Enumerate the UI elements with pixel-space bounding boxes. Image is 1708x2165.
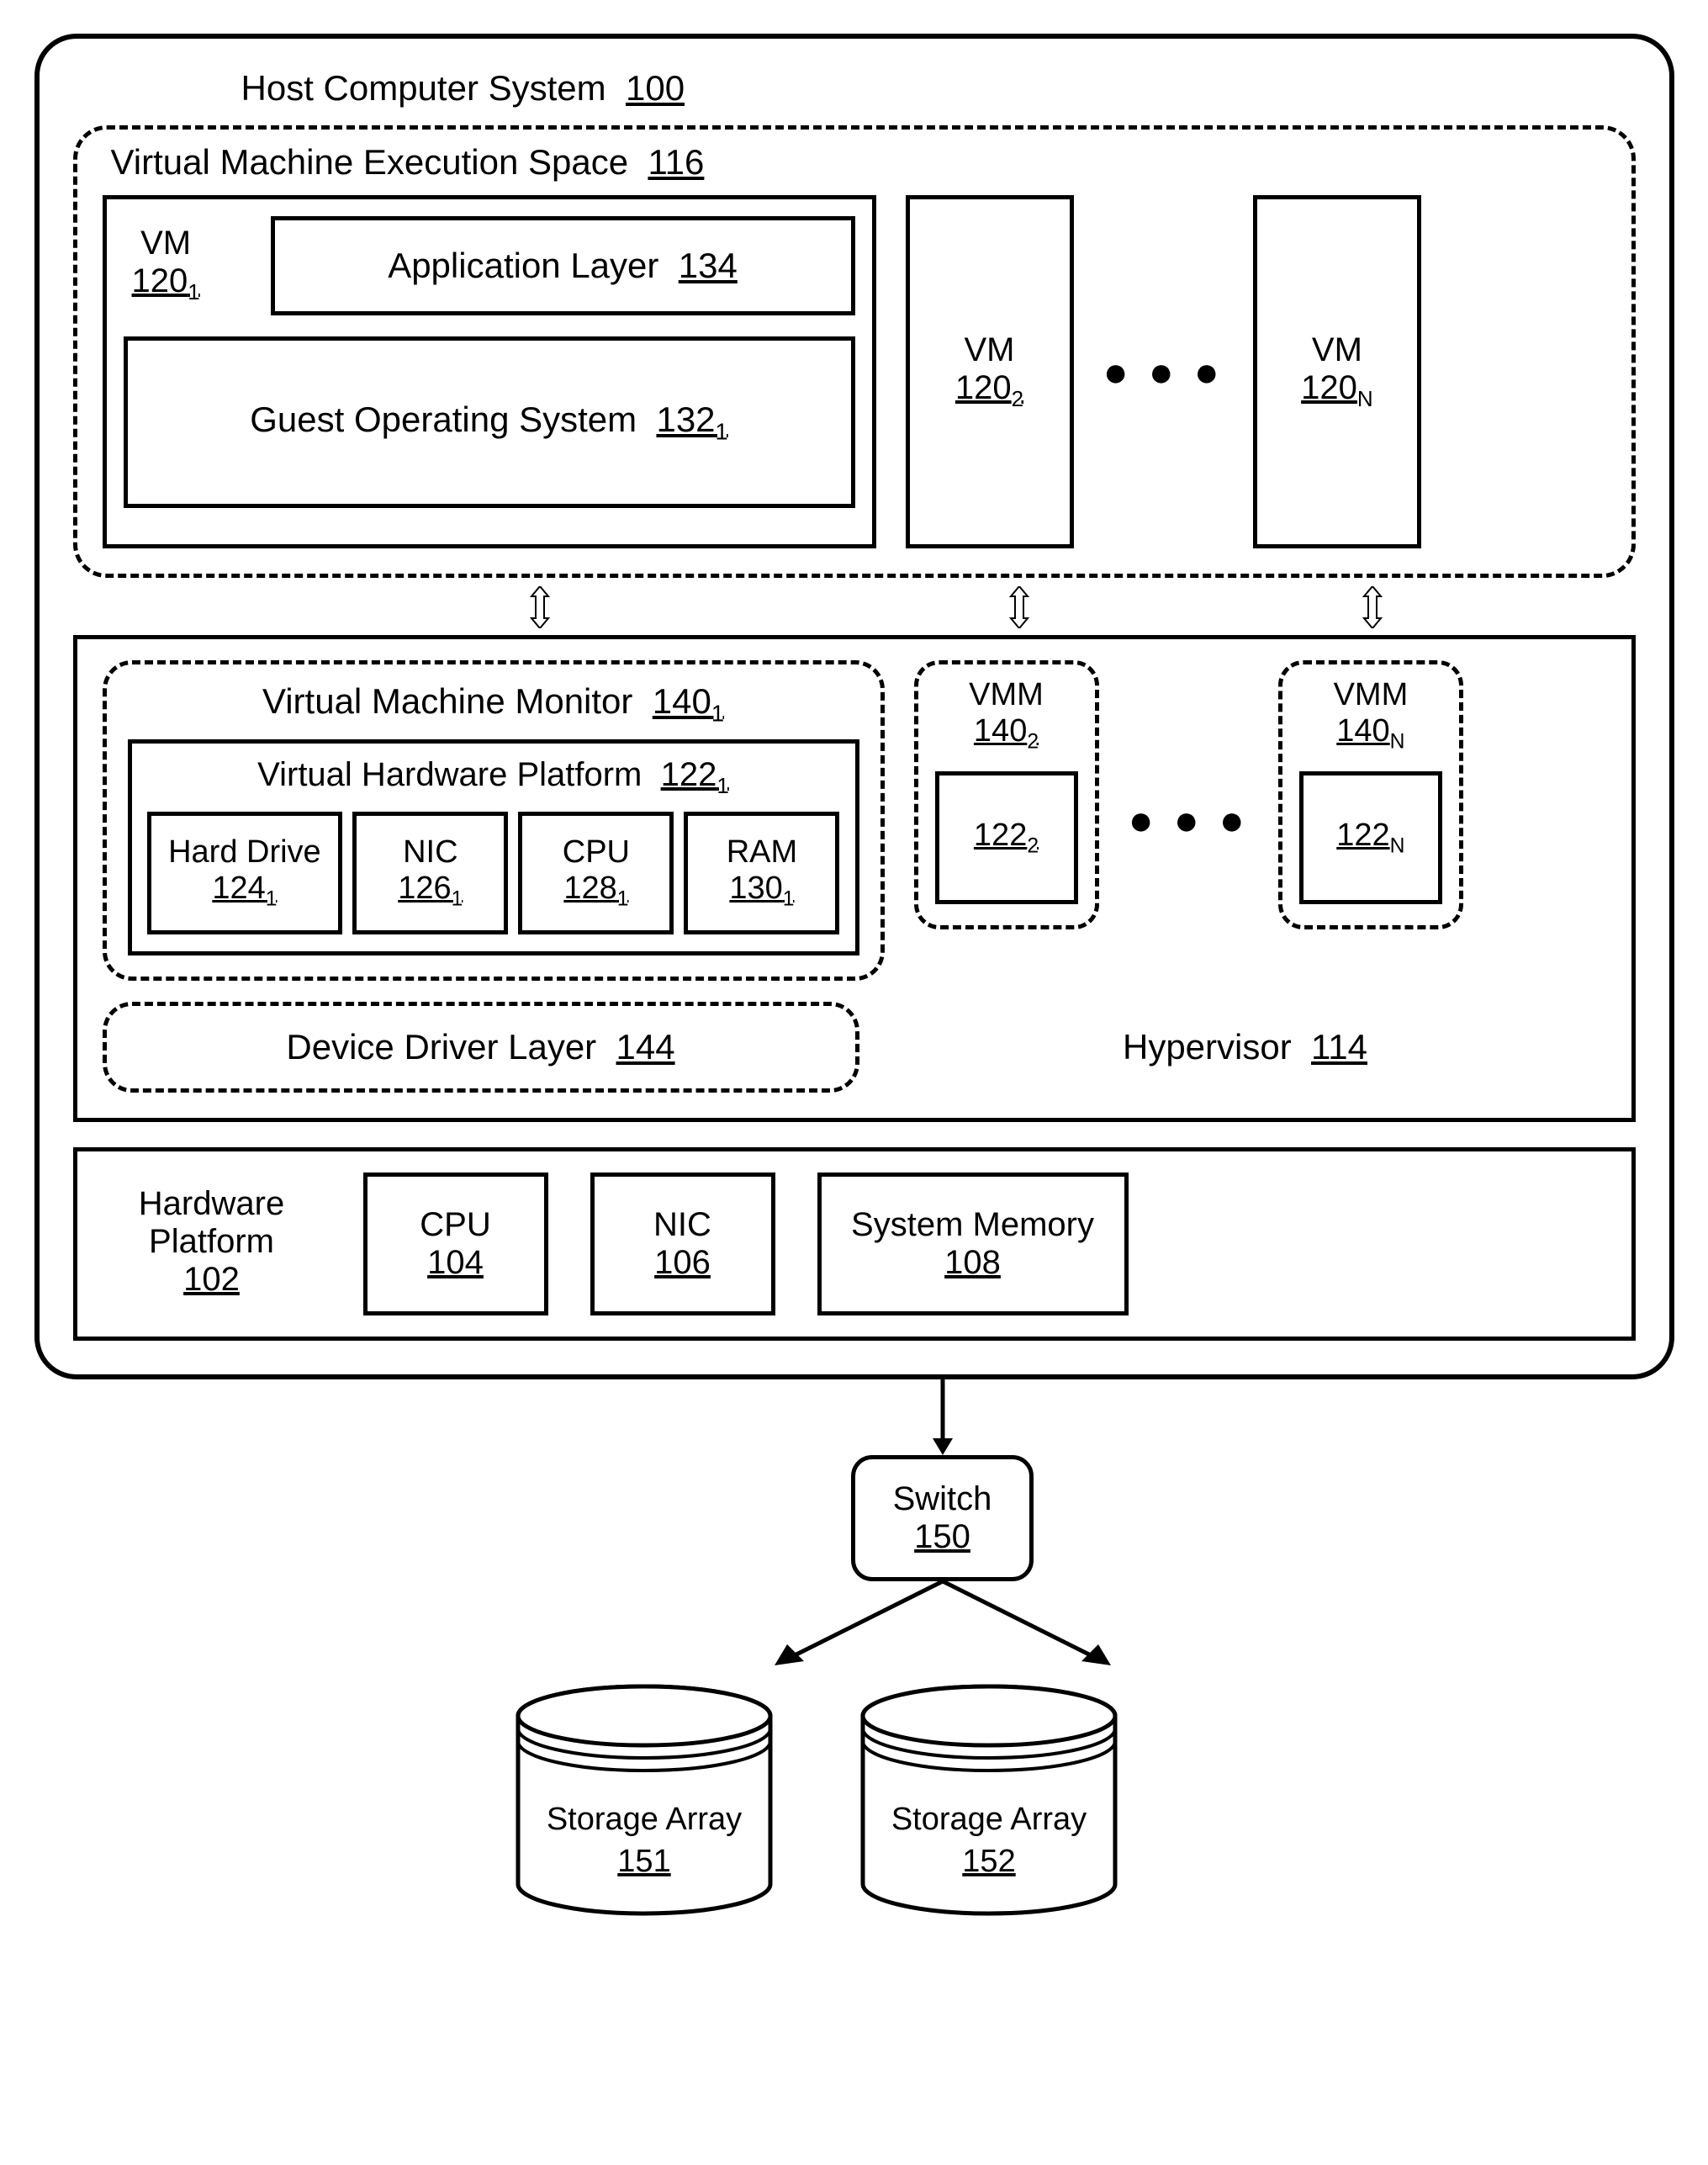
cylinder-icon: Storage Array 151	[510, 1682, 779, 1918]
guest-operating-system: Guest Operating System 1321	[124, 336, 855, 508]
vmm-1-title: Virtual Machine Monitor 1401	[128, 681, 859, 727]
host-computer-system: Host Computer System 100 Virtual Machine…	[34, 34, 1674, 1379]
vmm-1: Virtual Machine Monitor 1401 Virtual Har…	[103, 660, 885, 981]
storage-2-label: Storage Array	[891, 1802, 1086, 1837]
storage-1-label: Storage Array	[546, 1802, 741, 1837]
device-driver-layer: Device Driver Layer 144	[103, 1002, 859, 1093]
arrow-split-icon	[690, 1581, 1195, 1682]
cpu: CPU104	[363, 1172, 548, 1315]
bidir-arrow-icon	[1360, 586, 1385, 628]
hypervisor-container: Virtual Machine Monitor 1401 Virtual Har…	[73, 635, 1636, 1122]
nic: NIC106	[590, 1172, 775, 1315]
host-title: Host Computer System 100	[241, 68, 1636, 109]
virtual-ram: RAM1301	[684, 812, 839, 934]
bidir-arrow-icon	[527, 586, 553, 628]
switch: Switch150	[851, 1455, 1034, 1581]
hardware-platform: HardwarePlatform102 CPU104 NIC106 System…	[73, 1147, 1636, 1341]
vm-1: VM 1201 Application Layer 134 Guest Oper…	[103, 195, 876, 548]
ellipsis-icon: ● ● ●	[1103, 195, 1224, 548]
virtual-hardware-platform: Virtual Hardware Platform 1221 Hard Driv…	[128, 739, 859, 955]
vm-1-label: VM 1201	[132, 225, 200, 305]
vmm-2: VMM1402 1222	[914, 660, 1099, 929]
storage-2-ref: 152	[962, 1844, 1015, 1879]
hypervisor-label: Hypervisor 114	[885, 1027, 1606, 1067]
vm-n: VM 120N	[1253, 195, 1421, 548]
ellipsis-icon: ● ● ●	[1129, 796, 1249, 844]
cylinder-icon: Storage Array 152	[854, 1682, 1124, 1918]
virtual-cpu: CPU1281	[518, 812, 674, 934]
storage-1-ref: 151	[617, 1844, 670, 1879]
arrow-down-icon	[926, 1379, 960, 1455]
hardware-platform-label: HardwarePlatform102	[103, 1172, 321, 1315]
connector-row	[73, 586, 1636, 628]
storage-array-2: Storage Array 152	[854, 1682, 1124, 1926]
vm-exec-title: Virtual Machine Execution Space 116	[111, 142, 1606, 183]
hard-drive: Hard Drive1241	[147, 812, 343, 934]
application-layer: Application Layer 134	[271, 216, 855, 315]
vm-execution-space: Virtual Machine Execution Space 116 VM 1…	[73, 125, 1636, 578]
virtual-nic: NIC1261	[352, 812, 508, 934]
vmm-n: VMM140N 122N	[1278, 660, 1463, 929]
vhp-title: Virtual Hardware Platform 1221	[147, 756, 840, 799]
vmm-2-inner: 1222	[935, 771, 1078, 905]
storage-array-1: Storage Array 151	[510, 1682, 779, 1926]
vmm-n-inner: 122N	[1299, 771, 1442, 905]
system-memory: System Memory108	[817, 1172, 1129, 1315]
vm-2: VM 1202	[906, 195, 1074, 548]
bidir-arrow-icon	[1007, 586, 1032, 628]
